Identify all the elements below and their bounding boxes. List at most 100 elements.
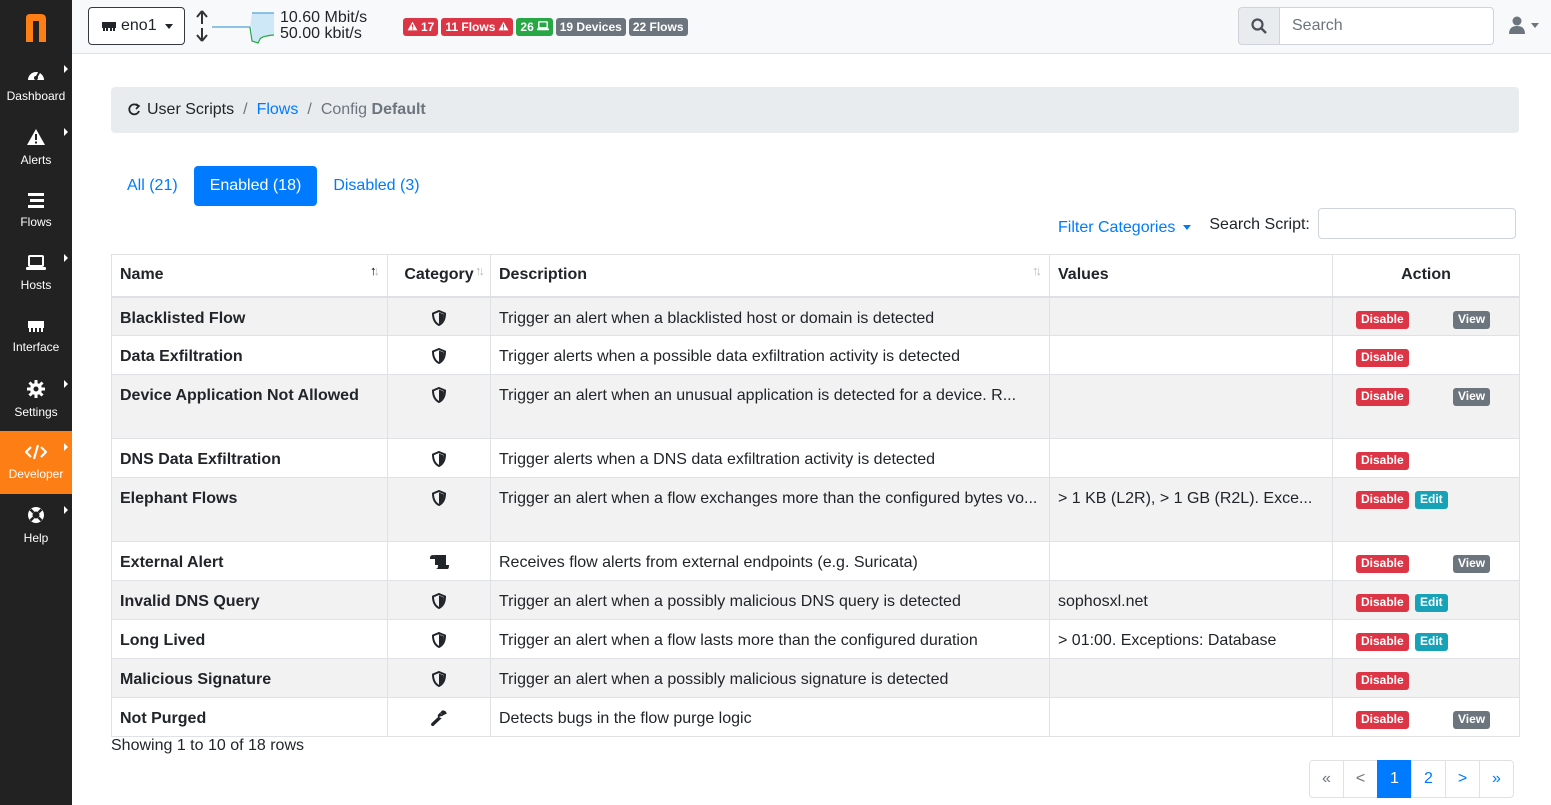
status-badge[interactable]: 22 Flows	[628, 18, 688, 36]
page-last-button[interactable]: »	[1479, 760, 1514, 798]
page-1-button[interactable]: 1	[1377, 760, 1412, 798]
disable-button[interactable]: Disable	[1356, 633, 1409, 651]
disable-button[interactable]: Disable	[1356, 349, 1409, 367]
disable-button[interactable]: Disable	[1356, 452, 1409, 470]
script-actions: Disable View	[1332, 541, 1520, 581]
col-header-description-label: Description	[499, 266, 588, 284]
breadcrumb-active-config: Default	[371, 101, 426, 118]
page-first-button[interactable]: «	[1309, 760, 1344, 798]
disable-button[interactable]: Disable	[1356, 672, 1409, 690]
status-badge[interactable]: 11 Flows	[441, 18, 514, 36]
badge-text: 19 Devices	[559, 20, 622, 34]
col-header-name-label: Name	[120, 266, 164, 284]
user-icon	[1509, 16, 1525, 34]
disable-button[interactable]: Disable	[1356, 594, 1409, 612]
tab-disabled[interactable]: Disabled (3)	[317, 166, 435, 206]
sort-icon: ↑↓	[475, 263, 485, 278]
script-actions: Disable Edit	[1332, 477, 1520, 542]
status-badge[interactable]: 26	[516, 18, 553, 36]
sidebar-item-settings[interactable]: Settings	[0, 368, 72, 431]
script-description: Trigger an alert when a flow exchanges m…	[490, 477, 1050, 542]
disable-button[interactable]: Disable	[1356, 491, 1409, 509]
edit-button[interactable]: Edit	[1415, 594, 1448, 612]
table-row: Elephant Flows Trigger an alert when a fl…	[111, 477, 1520, 542]
disable-button[interactable]: Disable	[1356, 388, 1409, 406]
view-button[interactable]: View	[1453, 711, 1491, 729]
script-description: Trigger an alert when a flow lasts more …	[490, 619, 1050, 659]
page-2-button[interactable]: 2	[1411, 760, 1446, 798]
breadcrumb-link-flows[interactable]: Flows	[257, 101, 299, 119]
page-prev-button[interactable]: <	[1343, 760, 1378, 798]
col-header-description[interactable]: Description ↑↓	[490, 254, 1050, 298]
script-name: Data Exfiltration	[111, 335, 388, 375]
sidebar-item-label: Alerts	[20, 153, 52, 167]
script-category	[387, 541, 491, 581]
col-header-category-label: Category	[404, 266, 474, 284]
filter-categories-dropdown[interactable]: Filter Categories	[1058, 211, 1192, 237]
sidebar-item-dashboard[interactable]: Dashboard	[0, 53, 72, 116]
interface-dropdown[interactable]: eno1	[88, 7, 185, 45]
script-description: Receives flow alerts from external endpo…	[490, 541, 1050, 581]
script-description: Trigger alerts when a possible data exfi…	[490, 335, 1050, 375]
view-button[interactable]: View	[1453, 555, 1491, 573]
sidebar-item-help[interactable]: Help	[0, 494, 72, 557]
laptop-icon	[26, 255, 46, 278]
sidebar-item-alerts[interactable]: Alerts	[0, 116, 72, 179]
script-category	[387, 580, 491, 620]
sidebar-item-interface[interactable]: Interface	[0, 305, 72, 368]
traffic-down: 50.00 kbit/s	[280, 25, 362, 42]
disable-button[interactable]: Disable	[1356, 711, 1409, 729]
caret-right-icon	[64, 128, 68, 136]
wrench-icon	[431, 710, 447, 730]
tab-all[interactable]: All (21)	[111, 166, 194, 206]
sidebar: Dashboard Alerts Flows Hosts Interface Settin…	[0, 0, 72, 805]
disable-button[interactable]: Disable	[1356, 310, 1409, 329]
search-script-label: Search Script:	[1209, 215, 1310, 233]
interface-name: eno1	[121, 17, 157, 34]
sidebar-item-hosts[interactable]: Hosts	[0, 242, 72, 305]
search-button[interactable]	[1238, 7, 1280, 45]
view-button[interactable]: View	[1453, 310, 1491, 329]
col-header-name[interactable]: Name ↑↓	[111, 254, 388, 298]
status-badge[interactable]: 19 Devices	[555, 18, 626, 36]
table-header-row: Name ↑↓ Category ↑↓ Description ↑↓ Value…	[111, 254, 1520, 298]
sidebar-item-developer[interactable]: Developer	[0, 431, 72, 494]
page-next-button[interactable]: >	[1445, 760, 1480, 798]
gauge-icon	[26, 66, 46, 89]
search-script-input[interactable]	[1317, 208, 1516, 239]
col-header-action: Action	[1332, 254, 1520, 298]
badge-text: 22 Flows	[632, 20, 684, 34]
edit-button[interactable]: Edit	[1415, 633, 1448, 651]
status-badge[interactable]: 17	[403, 18, 439, 36]
search-input[interactable]	[1279, 7, 1494, 45]
col-header-values-label: Values	[1058, 266, 1109, 284]
sidebar-item-label: Flows	[20, 215, 52, 229]
ethernet-icon	[27, 319, 45, 340]
badge-text: 17	[421, 20, 435, 34]
script-actions: Disable	[1332, 658, 1520, 698]
breadcrumb-active-prefix: Config	[320, 101, 368, 118]
chevron-down-icon	[1183, 225, 1192, 230]
sidebar-item-label: Dashboard	[6, 89, 66, 103]
script-name: Not Purged	[111, 697, 388, 737]
ethernet-icon	[102, 22, 116, 31]
table-row: DNS Data Exfiltration Trigger alerts when…	[111, 438, 1520, 478]
script-category	[387, 697, 491, 737]
table-row: Device Application Not Allowed Trigger an…	[111, 374, 1520, 439]
sort-icon: ↑↓	[1032, 263, 1042, 278]
script-name: Blacklisted Flow	[111, 296, 388, 336]
user-menu[interactable]	[1509, 16, 1539, 34]
view-button[interactable]: View	[1453, 388, 1491, 406]
script-description: Trigger an alert when an unusual applica…	[490, 374, 1050, 439]
col-header-category[interactable]: Category ↑↓	[387, 254, 491, 298]
sidebar-item-flows[interactable]: Flows	[0, 179, 72, 242]
tab-enabled[interactable]: Enabled (18)	[193, 166, 318, 206]
ntopng-logo[interactable]	[0, 0, 72, 53]
sidebar-item-label: Interface	[12, 340, 60, 354]
script-description: Trigger an alert when a possibly malicio…	[490, 580, 1050, 620]
disable-button[interactable]: Disable	[1356, 555, 1409, 573]
script-actions: Disable	[1332, 335, 1520, 375]
caret-right-icon	[64, 506, 68, 514]
edit-button[interactable]: Edit	[1415, 491, 1448, 509]
script-values: sophosxl.net	[1049, 580, 1333, 620]
